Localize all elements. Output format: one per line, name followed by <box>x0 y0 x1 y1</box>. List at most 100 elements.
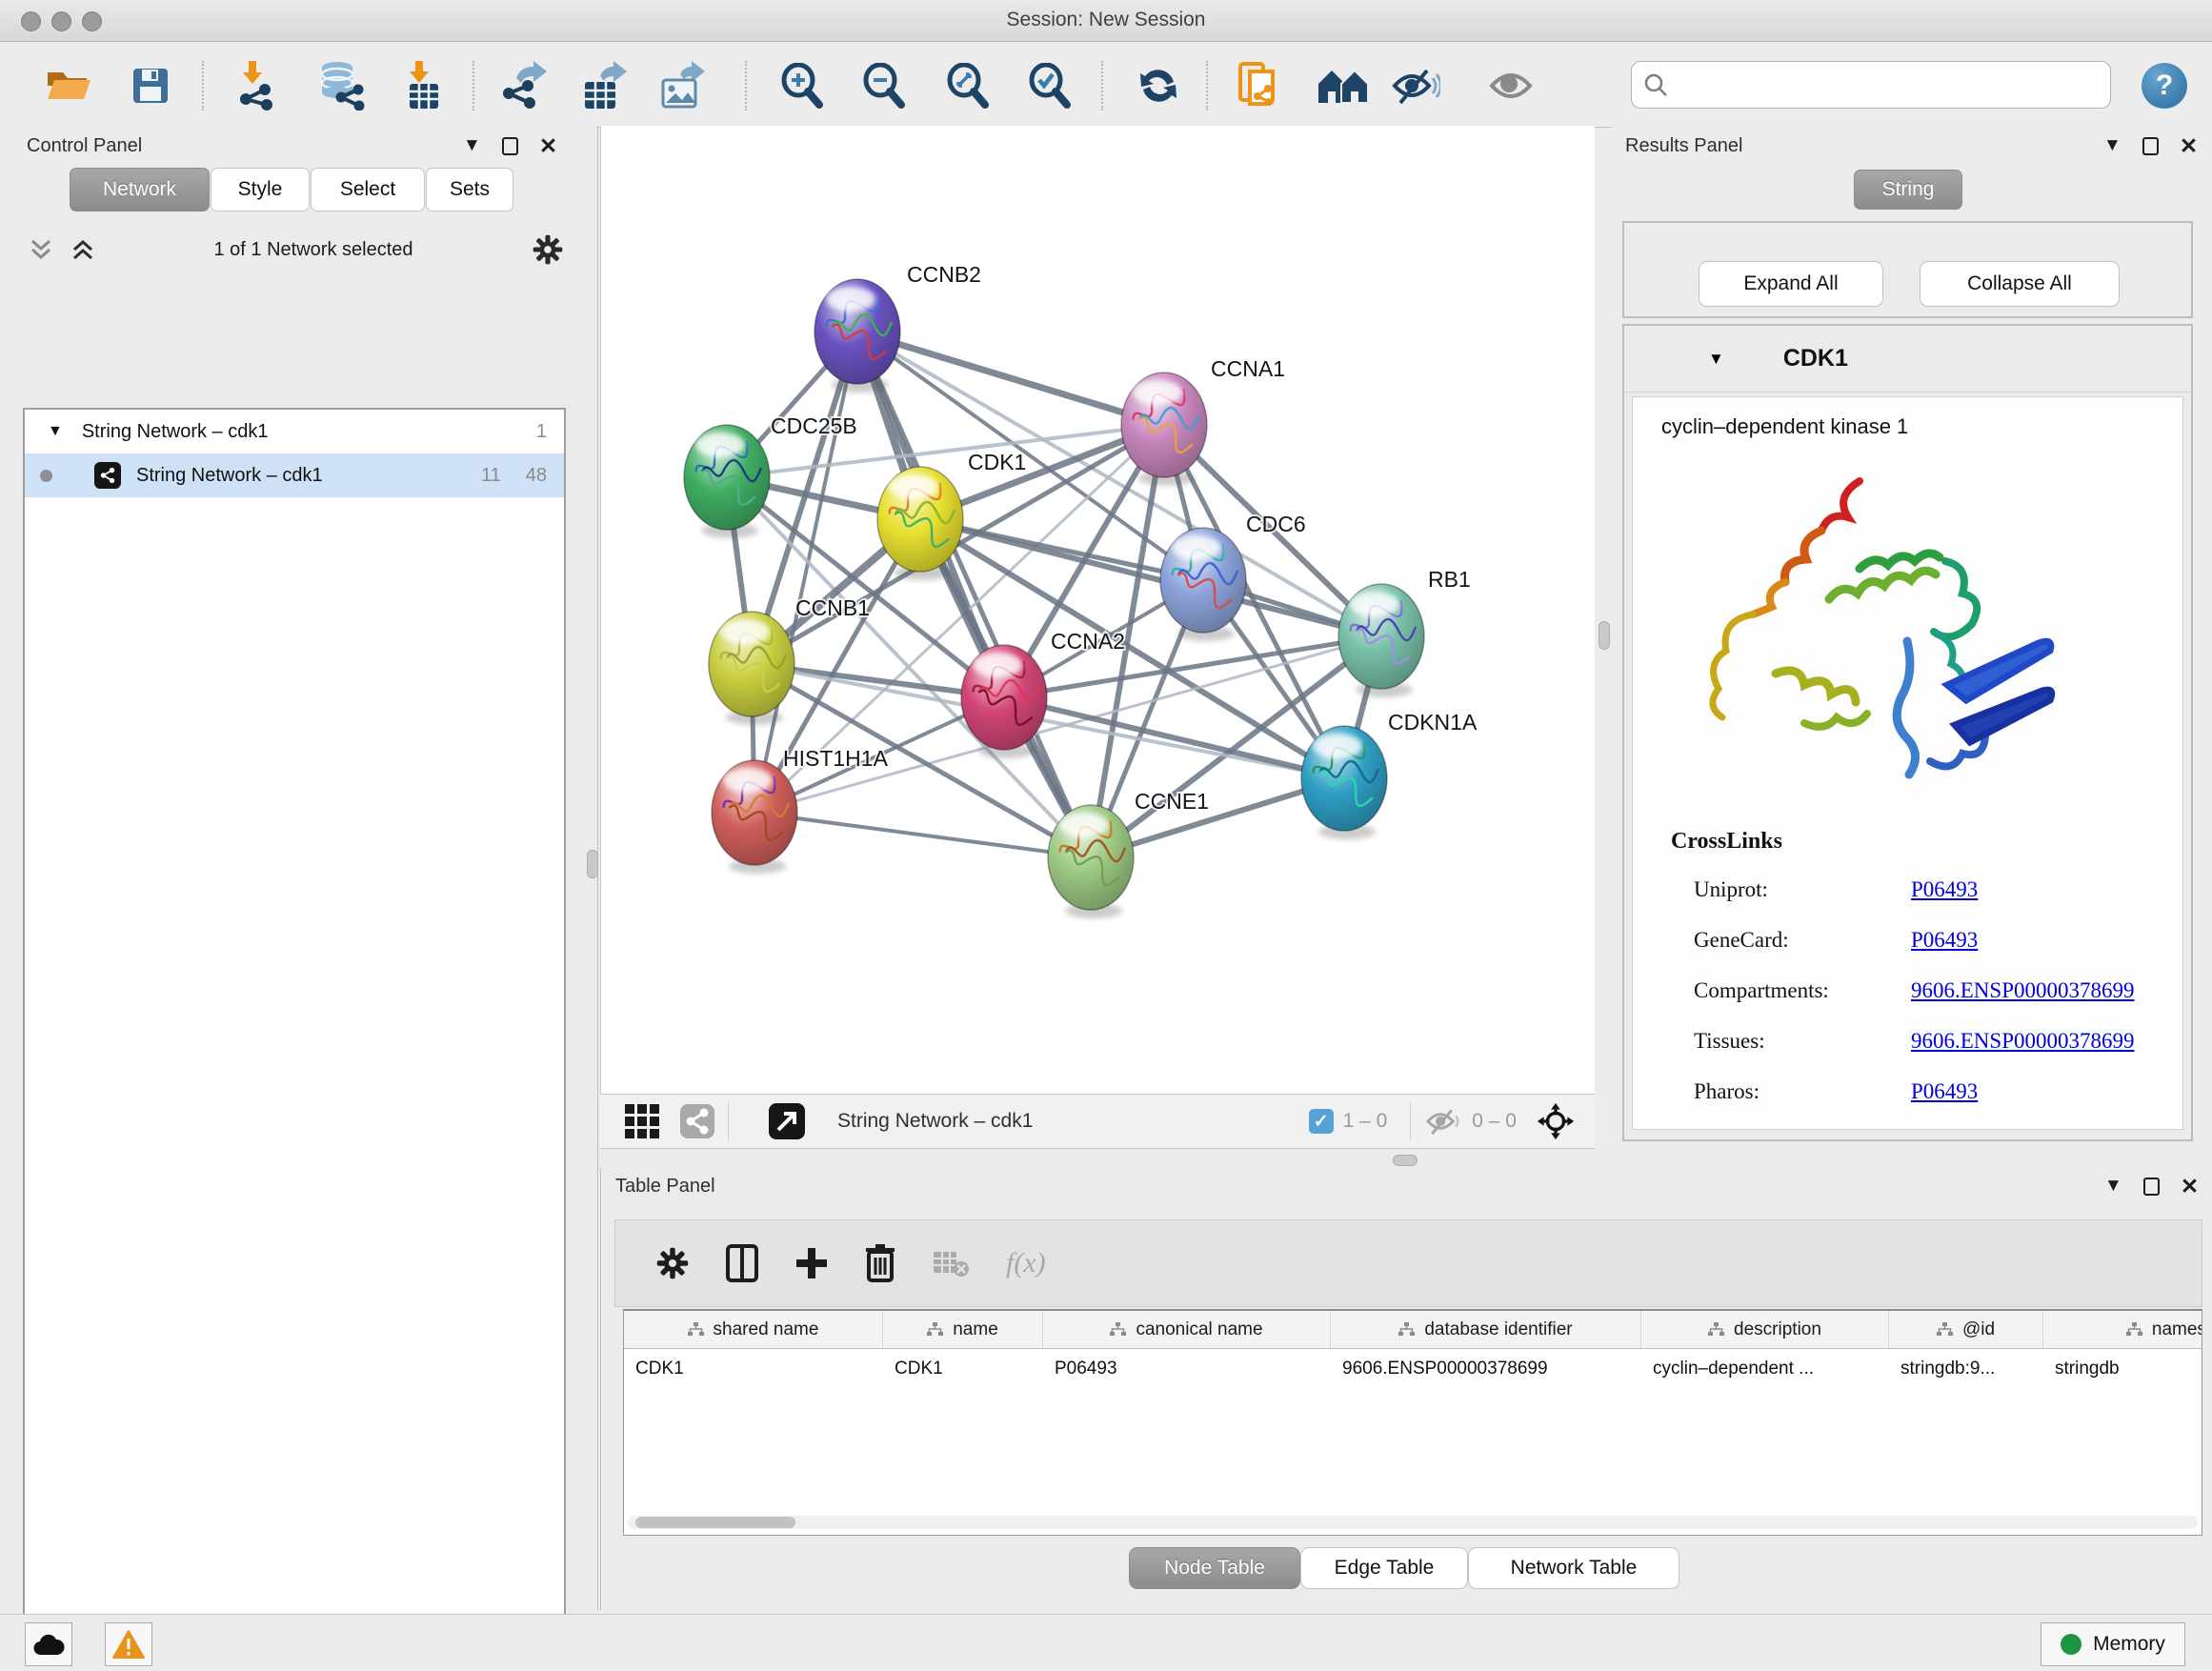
table-options-gear-icon[interactable] <box>655 1246 690 1280</box>
column-header-namespace[interactable]: namespace <box>2043 1311 2202 1348</box>
left-splitter-handle[interactable] <box>587 850 598 878</box>
tab-sets[interactable]: Sets <box>426 168 513 211</box>
export-table-file-button[interactable] <box>577 57 631 114</box>
network-node-CCNB2[interactable]: CCNB2 <box>814 262 981 393</box>
tab-select[interactable]: Select <box>311 168 425 211</box>
collapse-panel-icon[interactable]: ▼ <box>2103 135 2122 156</box>
tab-network-table[interactable]: Network Table <box>1468 1547 1679 1589</box>
birds-eye-navigator-icon[interactable] <box>1536 1101 1576 1141</box>
column-header-database-identifier[interactable]: database identifier <box>1331 1311 1641 1348</box>
expand-all-button[interactable]: Expand All <box>1699 261 1883 307</box>
close-panel-icon[interactable]: ✕ <box>2180 135 2198 156</box>
network-node-CDKN1A[interactable]: CDKN1A <box>1301 710 1478 839</box>
network-node-RB1[interactable]: RB1 <box>1338 567 1471 697</box>
cloud-status-button[interactable] <box>25 1622 72 1666</box>
open-session-button[interactable] <box>42 57 95 114</box>
float-panel-icon[interactable] <box>502 137 518 155</box>
clone-network-button[interactable] <box>1233 57 1286 114</box>
network-edge-CDK1-RB1[interactable] <box>920 519 1381 636</box>
crosslink-link[interactable]: P06493 <box>1911 1079 1978 1104</box>
crosslink-link[interactable]: P06493 <box>1911 877 1978 902</box>
refresh-view-button[interactable] <box>1132 57 1185 114</box>
expand-all-networks-icon[interactable] <box>70 237 95 262</box>
import-table-file-button[interactable] <box>396 57 450 114</box>
table-cell[interactable]: stringdb:9... <box>1889 1359 2043 1379</box>
hide-selected-button[interactable] <box>1389 57 1442 114</box>
show-hidden-button[interactable] <box>1486 57 1539 114</box>
zoom-in-button[interactable] <box>775 57 829 114</box>
delete-column-icon[interactable] <box>865 1244 895 1282</box>
horizontal-scrollbar[interactable] <box>628 1516 2198 1529</box>
memory-button[interactable]: Memory <box>2041 1622 2185 1666</box>
network-selection-status: 1 of 1 Network selected <box>95 239 532 261</box>
collapse-panel-icon[interactable]: ▼ <box>2104 1176 2122 1197</box>
table-cell[interactable]: cyclin–dependent ... <box>1641 1359 1889 1379</box>
scrollbar-thumb[interactable] <box>635 1517 795 1528</box>
network-options-gear-icon[interactable] <box>532 233 564 266</box>
save-session-button[interactable] <box>124 57 177 114</box>
network-edge-CCNE1-HIST1H1A[interactable] <box>754 813 1091 857</box>
zoom-selected-button[interactable] <box>1023 57 1076 114</box>
export-image-file-button[interactable] <box>655 57 709 114</box>
column-header-canonical-name[interactable]: canonical name <box>1043 1311 1331 1348</box>
grid-view-icon[interactable] <box>625 1104 659 1138</box>
table-row[interactable]: CDK1CDK1P064939606.ENSP00000378699cyclin… <box>624 1349 2202 1389</box>
table-cell[interactable]: CDK1 <box>624 1359 883 1379</box>
share-view-icon[interactable] <box>680 1104 714 1138</box>
column-type-icon <box>927 1322 943 1337</box>
export-network-file-button[interactable] <box>497 57 551 114</box>
table-cell[interactable]: CDK1 <box>883 1359 1043 1379</box>
show-columns-icon[interactable] <box>726 1244 758 1282</box>
network-node-CCNB1[interactable]: CCNB1 <box>709 595 870 725</box>
right-splitter-handle[interactable] <box>1599 621 1610 650</box>
tab-node-table[interactable]: Node Table <box>1129 1547 1300 1589</box>
import-network-file-button[interactable] <box>231 57 284 114</box>
network-node-CCNE1[interactable]: CCNE1 <box>1048 789 1209 918</box>
collapse-all-button[interactable]: Collapse All <box>1920 261 2120 307</box>
add-column-icon[interactable] <box>794 1246 829 1280</box>
help-button[interactable]: ? <box>2142 63 2187 109</box>
column-header-name[interactable]: name <box>883 1311 1043 1348</box>
search-input[interactable] <box>1668 74 2078 96</box>
collapse-protein-icon[interactable]: ▼ <box>1708 350 1724 369</box>
crosslink-link[interactable]: 9606.ENSP00000378699 <box>1911 978 2135 1003</box>
close-panel-icon[interactable]: ✕ <box>2181 1176 2199 1197</box>
zoom-out-icon <box>861 63 907 109</box>
column-header-description[interactable]: description <box>1641 1311 1889 1348</box>
float-panel-icon[interactable] <box>2143 1178 2160 1196</box>
table-cell[interactable]: P06493 <box>1043 1359 1331 1379</box>
tree-expand-icon[interactable]: ▼ <box>48 423 63 440</box>
selected-nodes-checkbox-icon[interactable]: ✓ <box>1309 1109 1334 1134</box>
table-cell[interactable]: 9606.ENSP00000378699 <box>1331 1359 1641 1379</box>
collapse-all-networks-icon[interactable] <box>29 237 53 262</box>
horizontal-splitter-handle[interactable] <box>1393 1155 1418 1166</box>
tab-edge-table[interactable]: Edge Table <box>1300 1547 1468 1589</box>
network-row-selected[interactable]: String Network – cdk1 11 48 <box>25 453 564 497</box>
table-cell[interactable]: stringdb <box>2043 1359 2202 1379</box>
tab-string[interactable]: String <box>1854 170 1962 210</box>
network-edge-CCNB2-CCNA1[interactable] <box>857 332 1164 425</box>
network-edge-CCNB2-HIST1H1A[interactable] <box>754 332 857 813</box>
string-network-graph[interactable]: CCNB2CCNA1CDC25BCDK1CDC6RB1CCNB1CCNA2CDK… <box>601 126 1596 1094</box>
open-in-new-window-icon[interactable] <box>769 1103 805 1139</box>
crosslink-link[interactable]: 9606.ENSP00000378699 <box>1911 1029 2135 1054</box>
import-network-database-button[interactable] <box>314 57 368 114</box>
network-edge-CCNB2-CCNE1[interactable] <box>857 332 1091 857</box>
network-node-HIST1H1A[interactable]: HIST1H1A <box>712 746 889 874</box>
network-canvas[interactable]: CCNB2CCNA1CDC25BCDK1CDC6RB1CCNB1CCNA2CDK… <box>600 126 1595 1094</box>
column-header-shared-name[interactable]: shared name <box>624 1311 883 1348</box>
zoom-fit-button[interactable] <box>941 57 995 114</box>
column-header--id[interactable]: @id <box>1889 1311 2043 1348</box>
network-node-CDC25B[interactable]: CDC25B <box>684 413 857 538</box>
zoom-out-button[interactable] <box>857 57 911 114</box>
tab-network[interactable]: Network <box>70 168 210 211</box>
network-collection-row[interactable]: ▼ String Network – cdk1 1 <box>25 410 564 453</box>
tab-style[interactable]: Style <box>211 168 310 211</box>
show-neighbors-button[interactable] <box>1317 57 1370 114</box>
warnings-button[interactable] <box>105 1622 152 1666</box>
collapse-panel-icon[interactable]: ▼ <box>463 135 481 156</box>
float-panel-icon[interactable] <box>2142 137 2159 155</box>
close-panel-icon[interactable]: ✕ <box>539 135 557 156</box>
crosslink-link[interactable]: P06493 <box>1911 928 1978 953</box>
search-field-container <box>1631 61 2111 109</box>
